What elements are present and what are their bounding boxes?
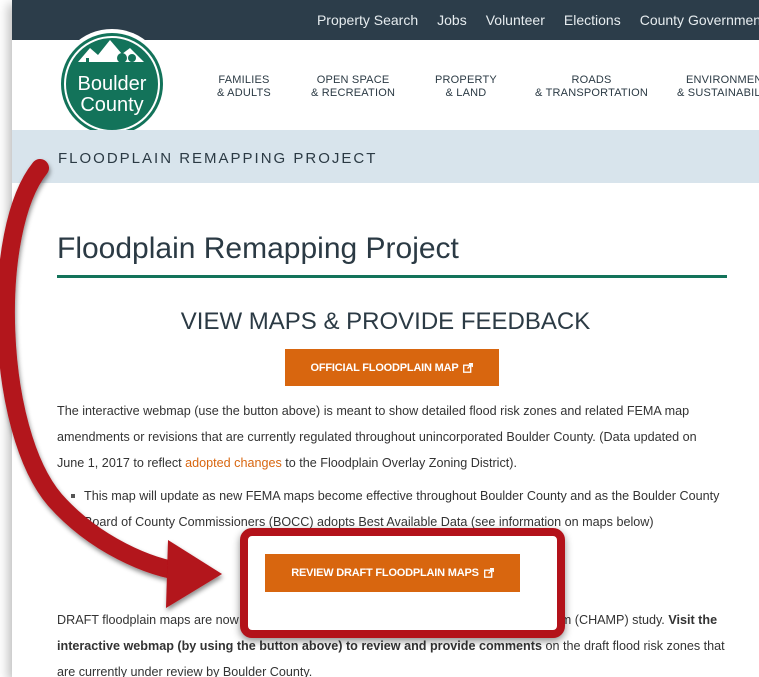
external-link-icon [483, 568, 494, 578]
elections-link[interactable]: Elections [564, 12, 621, 28]
boulder-county-logo[interactable]: Boulder County [56, 28, 168, 140]
utility-links: Property Search Jobs Volunteer Elections… [317, 0, 759, 40]
nav-label-line2: & TRANSPORTATION [535, 87, 649, 99]
nav-label-line1: FAMILIES [218, 74, 270, 86]
map-description: The interactive webmap (use the button a… [57, 398, 727, 476]
nav-label-line2: & RECREATION [311, 87, 396, 99]
logo-text-line1: Boulder [78, 73, 147, 95]
external-link-icon [463, 362, 474, 373]
nav-label-line1: OPEN SPACE [316, 74, 390, 86]
site-header: Boulder County FAMILIES & ADULTS OPEN SP… [12, 29, 759, 139]
volunteer-link[interactable]: Volunteer [486, 12, 545, 28]
nav-roads-transportation[interactable]: ROADS & TRANSPORTATION [535, 74, 648, 100]
bullet-marker [71, 494, 75, 498]
nav-label-line2: & SUSTAINABILITY [677, 87, 759, 99]
property-search-link[interactable]: Property Search [317, 12, 418, 28]
nav-families-adults[interactable]: FAMILIES & ADULTS [217, 74, 271, 100]
logo-text-line2: County [80, 94, 143, 116]
nav-environment[interactable]: ENVIRONMENT & SUSTAINABILITY [677, 74, 759, 100]
button-label: OFFICIAL FLOODPLAIN MAP [310, 361, 459, 374]
official-floodplain-map-button[interactable]: OFFICIAL FLOODPLAIN MAP [285, 349, 499, 386]
list-item-text: This map will update as new FEMA maps be… [84, 489, 720, 529]
county-government-link[interactable]: County Government [640, 12, 759, 28]
review-draft-floodplain-maps-button[interactable]: REVIEW DRAFT FLOODPLAIN MAPS [265, 554, 520, 592]
nav-property-land[interactable]: PROPERTY & LAND [435, 74, 497, 100]
breadcrumb-banner: FLOODPLAIN REMAPPING PROJECT [12, 130, 759, 183]
section-heading: VIEW MAPS & PROVIDE FEEDBACK [180, 308, 591, 335]
nav-label-line2: & ADULTS [217, 87, 271, 99]
title-divider [57, 275, 727, 278]
jobs-link[interactable]: Jobs [437, 12, 467, 28]
nav-label-line1: PROPERTY [435, 74, 497, 86]
nav-label-line1: ROADS [571, 74, 612, 86]
adopted-changes-link[interactable]: adopted changes [185, 456, 282, 470]
button-label: REVIEW DRAFT FLOODPLAIN MAPS [291, 567, 479, 579]
nav-label-line1: ENVIRONMENT [685, 74, 759, 86]
banner-title: FLOODPLAIN REMAPPING PROJECT [58, 150, 378, 167]
description-text-end: to the Floodplain Overlay Zoning Distric… [281, 456, 517, 470]
browser-page: Property Search Jobs Volunteer Elections… [12, 0, 759, 677]
nav-label-line2: & LAND [445, 87, 487, 99]
page-title: Floodplain Remapping Project [57, 232, 459, 265]
nav-open-space[interactable]: OPEN SPACE & RECREATION [311, 74, 395, 100]
